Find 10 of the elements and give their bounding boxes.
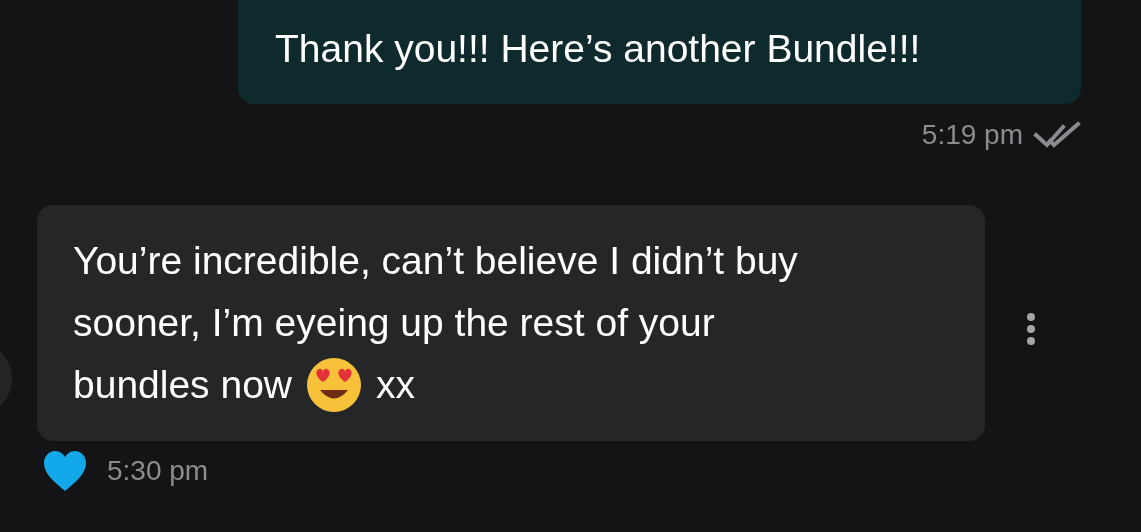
timestamp: 5:30 pm xyxy=(107,455,209,487)
message-text: You’re incredible, can’t believe I didn’t buy xyxy=(73,238,798,284)
message-text: Thank you!!! Here’s another Bundle!!! xyxy=(275,27,921,70)
heart-eyes-emoji-icon xyxy=(306,357,362,413)
heart-icon[interactable] xyxy=(42,449,88,493)
timestamp: 5:19 pm xyxy=(921,119,1023,151)
message-text: xx xyxy=(376,362,415,408)
more-options-icon[interactable] xyxy=(1027,313,1035,345)
message-text: sooner, I’m eyeing up the rest of your xyxy=(73,300,715,346)
message-text: bundles now xyxy=(73,362,292,408)
